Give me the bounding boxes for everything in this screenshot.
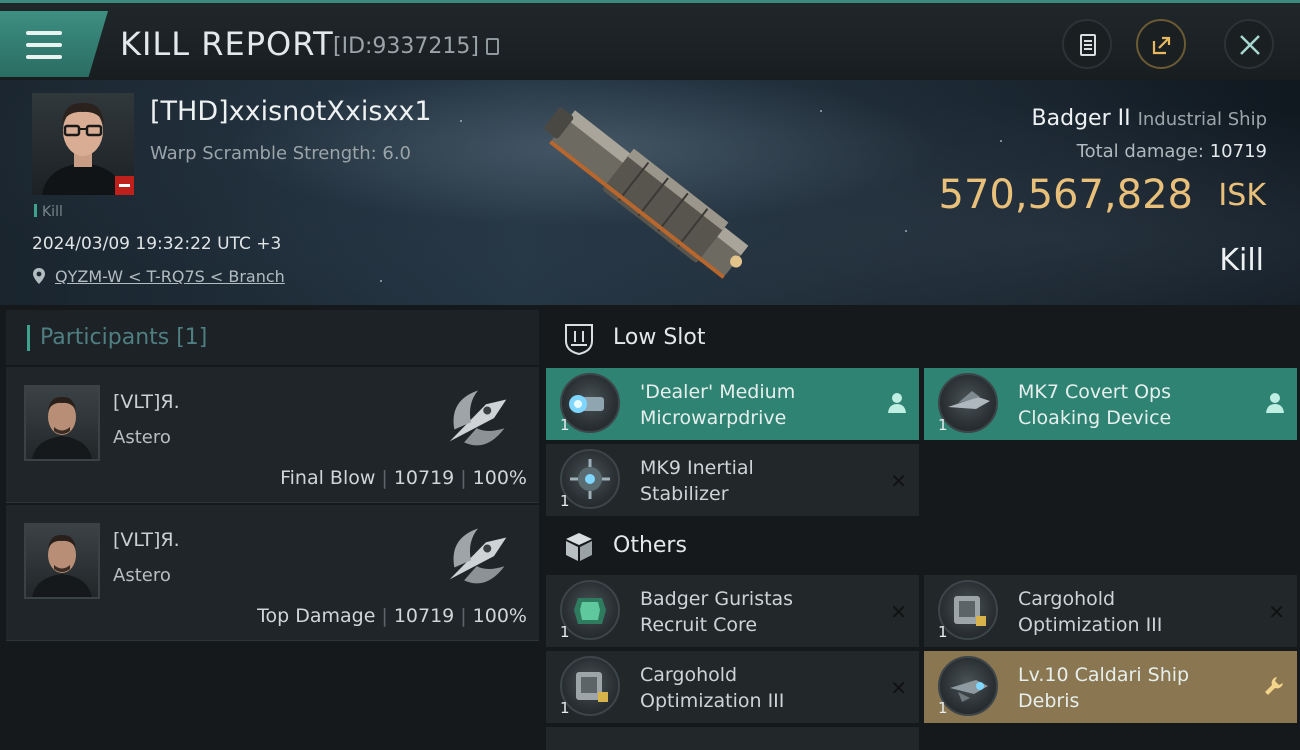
x-icon: ✕ — [1268, 600, 1285, 624]
victim-name[interactable]: [THD]xxisnotXxisxx1 — [150, 96, 432, 127]
astero-ship-image — [449, 528, 507, 584]
module-name: MK9 Inertial Stabilizer — [640, 457, 754, 505]
module-name: Cargohold Optimization III — [640, 664, 785, 712]
result-label: Kill — [1219, 243, 1264, 278]
x-icon: ✕ — [890, 600, 907, 624]
share-button[interactable] — [1136, 19, 1186, 69]
module-item[interactable]: 1 Badger Guristas Recruit Core ✕ — [546, 575, 919, 647]
report-id: [ID:9337215] — [333, 34, 479, 59]
participant-name: [VLT]Я. — [113, 391, 180, 413]
victim-ship-image — [544, 107, 749, 279]
page-title: KILL REPORT — [120, 25, 334, 63]
close-icon — [1240, 35, 1260, 55]
module-name: Cargohold Optimization III — [1018, 588, 1163, 636]
module-item[interactable]: 1 MK7 Covert Ops Cloaking Device — [924, 368, 1297, 440]
wrench-icon — [1265, 677, 1283, 695]
isk-value: 570,567,828 — [938, 172, 1193, 218]
participant-stats: Final Blow | 10719 | 100% — [280, 467, 527, 489]
x-icon: ✕ — [890, 676, 907, 700]
module-item[interactable]: 1 Cargohold Optimization III ✕ — [924, 575, 1297, 647]
participant-ship: Astero — [113, 565, 171, 586]
astero-ship-image — [449, 390, 507, 446]
kill-tag: Kill — [34, 204, 63, 220]
participant-row[interactable]: [VLT]Я. Astero Top Damage | 10719 | 100% — [6, 505, 539, 641]
others-section-header: Others — [545, 518, 1300, 576]
module-item-partial[interactable] — [546, 727, 919, 750]
low-slot-icon — [565, 324, 593, 356]
participant-avatar[interactable] — [24, 523, 100, 599]
participant-ship: Astero — [113, 427, 171, 448]
menu-button[interactable] — [0, 11, 108, 77]
person-icon — [888, 393, 906, 413]
close-button[interactable] — [1224, 19, 1274, 69]
isk-unit: ISK — [1218, 178, 1266, 213]
module-name: Lv.10 Caldari Ship Debris — [1018, 664, 1190, 712]
participant-stats: Top Damage | 10719 | 100% — [257, 605, 527, 627]
kill-timestamp: 2024/03/09 19:32:22 UTC +3 — [32, 234, 282, 254]
module-name: MK7 Covert Ops Cloaking Device — [1018, 381, 1172, 429]
participant-row[interactable]: [VLT]Я. Astero Final Blow | 10719 | 100% — [6, 367, 539, 503]
warp-scramble-strength: Warp Scramble Strength: 6.0 — [150, 143, 412, 164]
module-name: 'Dealer' Medium Microwarpdrive — [640, 381, 796, 429]
header-bar: KILL REPORT [ID:9337215] — [0, 0, 1300, 80]
location-pin-icon — [33, 268, 45, 284]
total-damage: Total damage: 10719 — [1076, 141, 1267, 162]
share-icon — [1152, 36, 1171, 55]
module-name: Badger Guristas Recruit Core — [640, 588, 794, 636]
module-item[interactable]: 1 MK9 Inertial Stabilizer ✕ — [546, 444, 919, 516]
person-icon — [1266, 393, 1284, 413]
victim-ship[interactable]: Badger II Industrial Ship — [1032, 106, 1267, 131]
participants-panel: Participants [1] [VLT]Я. Astero Final Bl… — [6, 310, 539, 750]
low-slot-section-header: Low Slot — [545, 310, 1300, 368]
menu-icon — [26, 31, 62, 59]
fitting-panel: Low Slot 1 'Dealer' Medium Microwarpdrive… — [545, 310, 1300, 750]
location-link[interactable]: QYZM-W < T-RQ7S < Branch — [55, 267, 285, 286]
report-details-button[interactable] — [1062, 19, 1112, 69]
copy-icon[interactable] — [486, 38, 499, 55]
participant-avatar[interactable] — [24, 385, 100, 461]
participants-header[interactable]: Participants [1] — [6, 310, 539, 365]
hostile-badge — [115, 176, 134, 195]
x-icon: ✕ — [890, 469, 907, 493]
victim-banner: [THD]xxisnotXxisxx1 Warp Scramble Streng… — [0, 80, 1300, 305]
module-item[interactable]: 1 'Dealer' Medium Microwarpdrive — [546, 368, 919, 440]
module-item[interactable]: 1 Cargohold Optimization III ✕ — [546, 651, 919, 723]
module-item[interactable]: 1 Lv.10 Caldari Ship Debris — [924, 651, 1297, 723]
cargo-box-icon — [566, 533, 592, 561]
participant-name: [VLT]Я. — [113, 529, 180, 551]
clipboard-icon — [1080, 34, 1096, 56]
